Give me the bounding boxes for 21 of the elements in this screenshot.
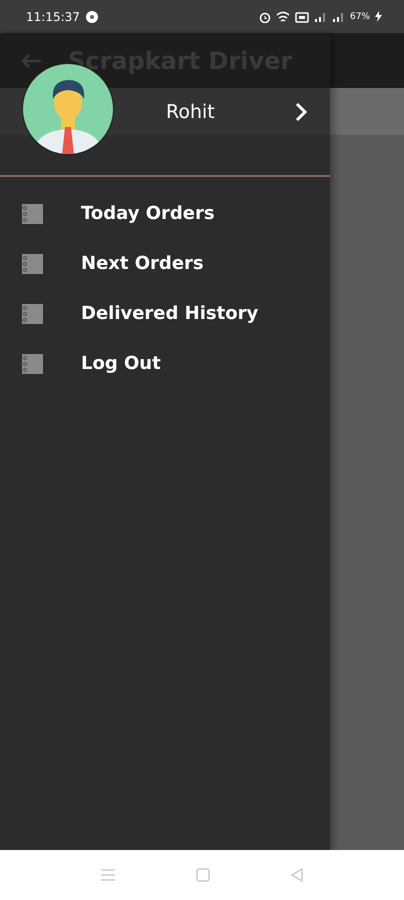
- user-name: Rohit: [166, 100, 216, 122]
- battery-level: 67%: [350, 12, 370, 22]
- drawer-item[interactable]: Delivered History: [22, 303, 330, 324]
- home-icon[interactable]: [196, 868, 210, 882]
- charging-icon: [375, 11, 382, 22]
- chevron-right-icon[interactable]: [294, 102, 308, 122]
- status-time: 11:15:37: [26, 10, 80, 24]
- notebook-icon: [22, 304, 43, 324]
- alarm-icon: [258, 10, 271, 22]
- drawer-item[interactable]: Log Out: [22, 353, 330, 374]
- menu-icon[interactable]: [100, 868, 116, 882]
- wifi-icon: [276, 10, 290, 22]
- notebook-icon: [22, 254, 43, 274]
- signal-icon: [314, 10, 327, 22]
- drawer-item[interactable]: Next Orders: [22, 253, 330, 274]
- back-icon[interactable]: [20, 52, 42, 68]
- notebook-icon: [22, 354, 43, 374]
- notification-icon: [86, 10, 98, 22]
- notebook-icon: [22, 204, 43, 224]
- drawer-item[interactable]: Today Orders: [22, 203, 330, 224]
- signal-icon: [332, 10, 345, 22]
